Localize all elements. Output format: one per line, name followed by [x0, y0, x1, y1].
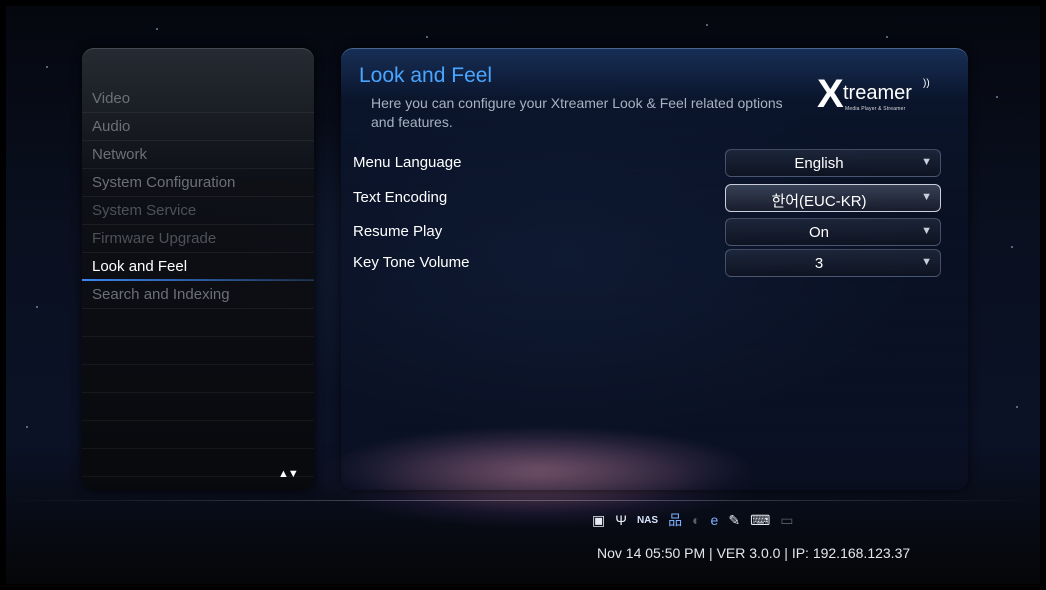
dropdown-arrow-icon: ▼ [921, 191, 932, 203]
setting-label: Menu Language [353, 154, 462, 171]
sidebar-item-system-configuration[interactable]: System Configuration [82, 169, 314, 197]
logo-word: treamer [843, 82, 912, 104]
empty-menu-slot [82, 421, 314, 449]
empty-menu-slot [82, 393, 314, 421]
ie-icon: e [710, 512, 719, 528]
usb-icon: Ψ [615, 512, 627, 528]
sd-card-icon: ▣ [592, 511, 606, 528]
keyboard-icon: ⌨ [750, 511, 771, 528]
dropdown-arrow-icon: ▼ [921, 225, 932, 237]
empty-menu-slot [82, 337, 314, 365]
remote-icon: ✎ [728, 511, 741, 528]
nas-icon: NAS [636, 514, 659, 526]
wifi-adapter-icon: ◐ [692, 512, 701, 528]
select-value: 3 [814, 255, 824, 272]
sidebar-item-audio[interactable]: Audio [82, 113, 314, 141]
dropdown-arrow-icon: ▼ [921, 156, 932, 168]
select-value: English [794, 155, 844, 172]
sidebar-item-search-and-indexing[interactable]: Search and Indexing [82, 281, 314, 309]
logo-signal-icon: )) [923, 78, 930, 89]
status-info: Nov 14 05:50 PM | VER 3.0.0 | IP: 192.16… [597, 545, 911, 561]
sidebar-item-firmware-upgrade[interactable]: Firmware Upgrade [82, 225, 314, 253]
page-description: Here you can configure your Xtreamer Loo… [371, 95, 783, 130]
network-icon: 品 [668, 512, 683, 528]
statusbar-divider [6, 500, 1040, 501]
setting-label: Text Encoding [353, 189, 448, 206]
sidebar-item-system-service[interactable]: System Service [82, 197, 314, 225]
dropdown-arrow-icon: ▼ [921, 256, 932, 268]
settings-panel: Look and Feel Here you can configure you… [341, 48, 968, 490]
resume-play-select[interactable]: On ▼ [725, 218, 941, 246]
scroll-arrows-icon[interactable]: ▲▼ [278, 468, 299, 480]
empty-menu-slot [82, 309, 314, 337]
setting-text-encoding: Text Encoding 한어(EUC-KR) ▼ [353, 184, 953, 212]
xtreamer-logo: X treamer )) Media Player & Streamer [817, 72, 947, 116]
text-encoding-select[interactable]: 한어(EUC-KR) ▼ [725, 184, 941, 212]
setting-menu-language: Menu Language English ▼ [353, 149, 953, 177]
logo-letter: X [817, 72, 844, 116]
setting-resume-play: Resume Play On ▼ [353, 218, 953, 246]
settings-sidebar: Video Audio Network System Configuration… [82, 48, 314, 490]
page-title: Look and Feel [359, 64, 493, 87]
empty-menu-slot [82, 365, 314, 393]
sidebar-item-look-and-feel[interactable]: Look and Feel [82, 253, 314, 281]
setting-label: Resume Play [353, 223, 443, 240]
setting-key-tone-volume: Key Tone Volume 3 ▼ [353, 249, 953, 277]
settings-menu: Video Audio Network System Configuration… [82, 85, 314, 477]
sidebar-item-video[interactable]: Video [82, 85, 314, 113]
storage-icon: ▭ [780, 511, 794, 528]
sidebar-item-network[interactable]: Network [82, 141, 314, 169]
select-value: On [808, 224, 829, 241]
menu-language-select[interactable]: English ▼ [725, 149, 941, 177]
setting-label: Key Tone Volume [353, 254, 470, 271]
logo-tagline: Media Player & Streamer [845, 106, 906, 112]
status-icons: ▣ Ψ NAS 品 ◐ e ✎ ⌨ ▭ [592, 509, 794, 531]
select-value: 한어(EUC-KR) [771, 193, 867, 210]
key-tone-volume-select[interactable]: 3 ▼ [725, 249, 941, 277]
